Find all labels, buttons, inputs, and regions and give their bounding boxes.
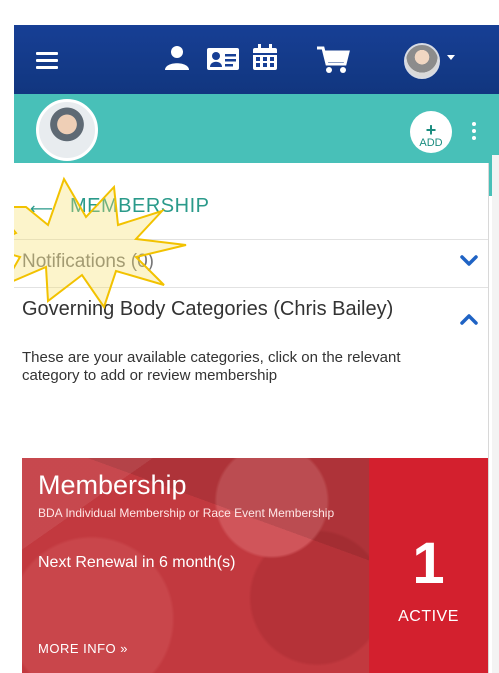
profile-avatar[interactable] [36, 99, 98, 161]
membership-category-tile[interactable]: Membership BDA Individual Membership or … [22, 458, 488, 673]
top-navbar [14, 25, 499, 94]
chevron-down-icon[interactable] [447, 55, 455, 60]
active-count: 1 [412, 531, 445, 596]
chevron-up-icon[interactable] [460, 313, 478, 325]
more-info-link[interactable]: MORE INFO » [38, 641, 128, 656]
person-icon[interactable] [162, 43, 192, 73]
app-frame: + ADD ⟵ MEMBERSHIP Notifications (0) Gov… [14, 25, 499, 673]
renewal-text: Next Renewal in 6 month(s) [38, 554, 236, 571]
more-options-icon[interactable] [472, 122, 478, 142]
tile-description: BDA Individual Membership or Race Event … [38, 506, 335, 520]
governing-body-description: These are your available categories, cli… [22, 349, 401, 384]
user-avatar[interactable] [404, 43, 440, 79]
calendar-icon[interactable] [250, 43, 280, 73]
scroll-edge [492, 155, 499, 673]
cart-icon[interactable] [316, 45, 350, 75]
menu-icon[interactable] [36, 52, 58, 69]
contact-card-icon[interactable] [206, 46, 240, 72]
membership-tile-body[interactable]: Membership BDA Individual Membership or … [22, 458, 369, 673]
active-count-box[interactable]: 1 ACTIVE [369, 458, 488, 673]
add-label: ADD [419, 136, 443, 149]
highlight-burst-icon [14, 176, 187, 310]
status-label: ACTIVE [398, 608, 459, 625]
plus-icon: + [425, 119, 437, 140]
chevron-down-icon[interactable] [460, 255, 478, 267]
add-button[interactable]: + ADD [410, 111, 452, 153]
tile-title: Membership [38, 470, 187, 500]
